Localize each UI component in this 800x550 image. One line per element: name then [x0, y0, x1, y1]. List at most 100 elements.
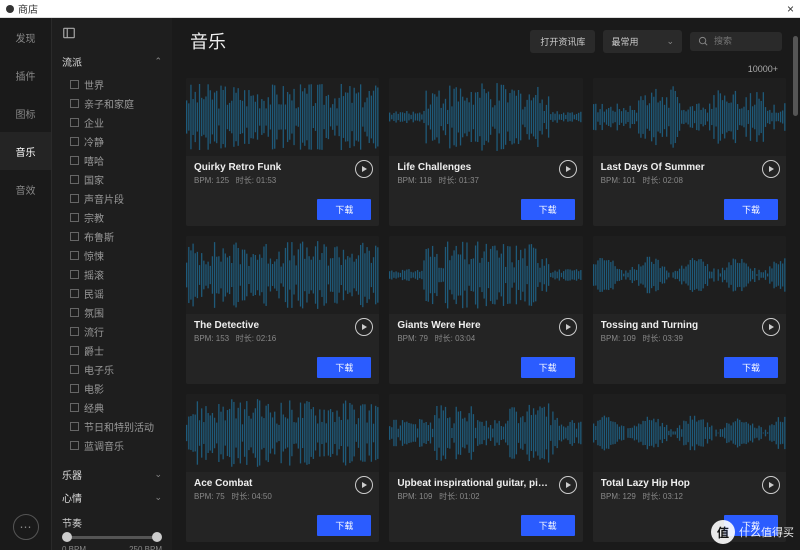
- tempo-slider[interactable]: [64, 536, 160, 539]
- waveform[interactable]: [389, 78, 582, 156]
- waveform[interactable]: [593, 394, 786, 472]
- genre-checkbox-item[interactable]: 电子乐: [62, 360, 162, 379]
- nav-item-icons[interactable]: 图标: [0, 94, 51, 132]
- download-button[interactable]: 下载: [724, 357, 778, 378]
- waveform[interactable]: [186, 236, 379, 314]
- download-button[interactable]: 下载: [521, 357, 575, 378]
- tempo-label: 节奏: [62, 515, 162, 530]
- filter-group-instrument[interactable]: 乐器 ⌄: [62, 463, 162, 486]
- genre-checkbox-item[interactable]: 电影: [62, 379, 162, 398]
- tempo-thumb-min[interactable]: [62, 532, 72, 542]
- open-library-button[interactable]: 打开资讯库: [530, 30, 595, 53]
- download-button[interactable]: 下载: [317, 357, 371, 378]
- search-box[interactable]: [690, 32, 782, 51]
- track-card: Life ChallengesBPM: 118 时长: 01:37下载: [389, 78, 582, 226]
- nav-item-music[interactable]: 音乐: [0, 132, 51, 170]
- genre-checkbox-item[interactable]: 世界: [62, 75, 162, 94]
- track-title: Life Challenges: [397, 162, 574, 173]
- genre-checkbox-item[interactable]: 经典: [62, 398, 162, 417]
- genre-label: 世界: [84, 77, 104, 92]
- checkbox-icon: [70, 175, 79, 184]
- play-button[interactable]: [762, 160, 780, 178]
- genre-checkbox-item[interactable]: 企业: [62, 113, 162, 132]
- waveform[interactable]: [186, 394, 379, 472]
- nav-item-plugins[interactable]: 插件: [0, 56, 51, 94]
- checkbox-icon: [70, 403, 79, 412]
- genre-label: 电影: [84, 381, 104, 396]
- filter-group-genre[interactable]: 流派 ⌃: [62, 50, 162, 73]
- genre-label: 爵士: [84, 343, 104, 358]
- chevron-down-icon: ⌄: [154, 469, 162, 480]
- play-button[interactable]: [762, 476, 780, 494]
- window-titlebar: 商店 ×: [0, 0, 800, 18]
- track-title: Giants Were Here: [397, 320, 574, 331]
- window-close-button[interactable]: ×: [787, 2, 794, 16]
- sort-select[interactable]: 最常用 ⌄: [603, 30, 682, 53]
- genre-checkbox-item[interactable]: 布鲁斯: [62, 227, 162, 246]
- filter-group-mood[interactable]: 心情 ⌄: [62, 486, 162, 509]
- waveform[interactable]: [186, 78, 379, 156]
- genre-label: 惊悚: [84, 248, 104, 263]
- checkbox-icon: [70, 346, 79, 355]
- genre-label: 流行: [84, 324, 104, 339]
- genre-checkbox-item[interactable]: 国家: [62, 170, 162, 189]
- genre-checkbox-item[interactable]: 惊悚: [62, 246, 162, 265]
- search-input[interactable]: [714, 36, 774, 46]
- checkbox-icon: [70, 80, 79, 89]
- tempo-thumb-max[interactable]: [152, 532, 162, 542]
- sidebar-toggle-icon[interactable]: [62, 26, 76, 40]
- nav-item-discover[interactable]: 发现: [0, 18, 51, 56]
- chevron-down-icon: ⌄: [154, 492, 162, 503]
- genre-label: 声音片段: [84, 191, 124, 206]
- play-button[interactable]: [762, 318, 780, 336]
- checkbox-icon: [70, 289, 79, 298]
- download-button[interactable]: 下载: [521, 199, 575, 220]
- genre-label: 经典: [84, 400, 104, 415]
- genre-checkbox-item[interactable]: 流行: [62, 322, 162, 341]
- genre-checkbox-item[interactable]: 宗教: [62, 208, 162, 227]
- play-button[interactable]: [559, 318, 577, 336]
- waveform[interactable]: [389, 236, 582, 314]
- download-button[interactable]: 下载: [521, 515, 575, 536]
- checkbox-icon: [70, 365, 79, 374]
- genre-checkbox-item[interactable]: 冷静: [62, 132, 162, 151]
- waveform[interactable]: [593, 236, 786, 314]
- download-button[interactable]: 下载: [317, 515, 371, 536]
- waveform[interactable]: [389, 394, 582, 472]
- waveform[interactable]: [593, 78, 786, 156]
- app-icon: [6, 5, 14, 13]
- genre-checkbox-item[interactable]: 民谣: [62, 284, 162, 303]
- genre-label: 电子乐: [84, 362, 114, 377]
- apps-grid-icon[interactable]: ⋯: [13, 514, 39, 540]
- genre-checkbox-item[interactable]: 声音片段: [62, 189, 162, 208]
- track-card: Last Days Of SummerBPM: 101 时长: 02:08下载: [593, 78, 786, 226]
- genre-label: 氛围: [84, 305, 104, 320]
- download-button[interactable]: 下载: [724, 515, 778, 536]
- download-button[interactable]: 下载: [724, 199, 778, 220]
- play-button[interactable]: [559, 160, 577, 178]
- genre-label: 嘻哈: [84, 153, 104, 168]
- genre-label: 节日和特别活动: [84, 419, 154, 434]
- genre-label: 蓝调音乐: [84, 438, 124, 453]
- app-root: 发现 插件 图标 音乐 音效 ⋯ 流派 ⌃ 世界亲子和家庭企业冷静嘻哈国家声音片…: [0, 18, 800, 550]
- play-button[interactable]: [559, 476, 577, 494]
- track-meta: BPM: 129 时长: 03:12: [601, 491, 778, 502]
- genre-checkbox-item[interactable]: 摇滚: [62, 265, 162, 284]
- download-button[interactable]: 下载: [317, 199, 371, 220]
- checkbox-icon: [70, 156, 79, 165]
- checkbox-icon: [70, 327, 79, 336]
- genre-checkbox-item[interactable]: 嘻哈: [62, 151, 162, 170]
- genre-checkbox-item[interactable]: 节日和特别活动: [62, 417, 162, 436]
- genre-checkbox-item[interactable]: 亲子和家庭: [62, 94, 162, 113]
- scrollbar[interactable]: [793, 36, 798, 116]
- track-card: Upbeat inspirational guitar, piano…BPM: …: [389, 394, 582, 542]
- checkbox-icon: [70, 99, 79, 108]
- track-card: Tossing and TurningBPM: 109 时长: 03:39下载: [593, 236, 786, 384]
- genre-checkbox-item[interactable]: 爵士: [62, 341, 162, 360]
- genre-checkbox-item[interactable]: 蓝调音乐: [62, 436, 162, 455]
- nav-item-sfx[interactable]: 音效: [0, 170, 51, 208]
- track-card: Quirky Retro FunkBPM: 125 时长: 01:53下载: [186, 78, 379, 226]
- checkbox-icon: [70, 308, 79, 317]
- genre-checkbox-item[interactable]: 氛围: [62, 303, 162, 322]
- checkbox-icon: [70, 118, 79, 127]
